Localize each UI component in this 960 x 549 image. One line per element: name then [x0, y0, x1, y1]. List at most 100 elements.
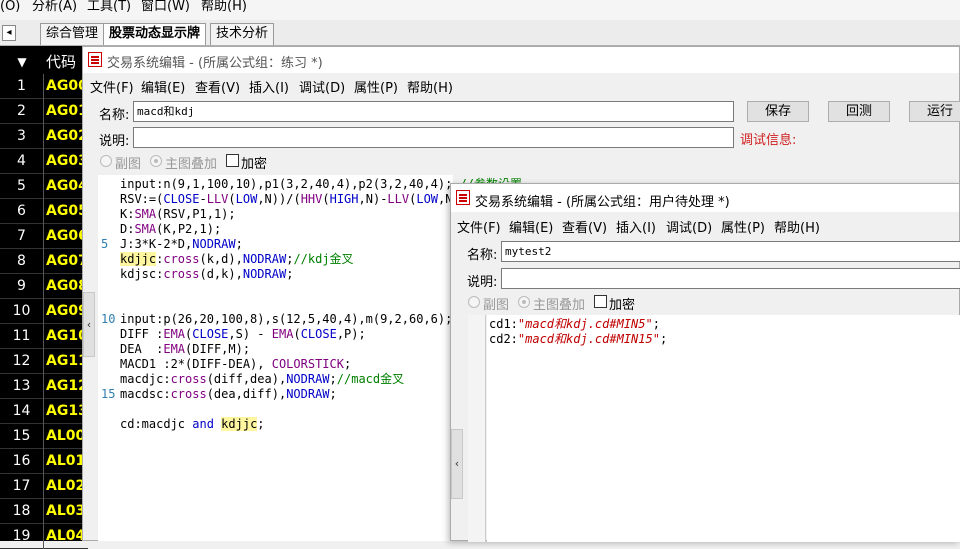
menu-file[interactable]: 文件(F) — [90, 77, 134, 96]
menu-debug[interactable]: 调试(D) — [299, 77, 345, 96]
save-button[interactable]: 保存 — [747, 101, 809, 122]
main-overlay-radio[interactable] — [518, 296, 530, 308]
menu-debug[interactable]: 调试(D) — [666, 217, 712, 236]
code-line: input:p(26,20,100,8),s(12,5,40,4),m(9,2,… — [120, 312, 453, 326]
menu-item-o[interactable]: (O) — [0, 0, 20, 14]
tab-overview[interactable]: 综合管理 — [40, 23, 105, 45]
stock-row[interactable]: 15 AL00 — [0, 424, 88, 449]
stock-row[interactable]: 10 AG09 — [0, 299, 88, 324]
code-line: macdjc:cross(diff,dea),NODRAW;//macd金叉 — [120, 372, 405, 386]
stock-row[interactable]: 19 AL04 — [0, 524, 88, 549]
collapse-left-icon[interactable]: ‹ — [83, 292, 95, 357]
encrypt-checkbox[interactable] — [594, 295, 607, 308]
row-number: 12 — [0, 349, 44, 374]
line-number: 15 — [101, 387, 116, 401]
stock-row[interactable]: 1 AG00 — [0, 74, 88, 99]
menu-item-analysis[interactable]: 分析(A) — [32, 0, 77, 14]
menu-help[interactable]: 帮助(H) — [774, 217, 820, 236]
row-number: 4 — [0, 149, 44, 174]
menu-edit[interactable]: 编辑(E) — [141, 77, 185, 96]
encrypt-label: 加密 — [609, 298, 636, 313]
stock-list: ▼ 代码 1 AG00 2 AG01 3 AG02 4 AG03 5 AG04 6 AG05 7 AG06… — [0, 46, 88, 549]
sub-chart-radio[interactable] — [468, 296, 480, 308]
name-field[interactable]: mytest2 — [501, 241, 960, 262]
code-line: kdjsc:cross(d,k),NODRAW; — [120, 267, 294, 281]
collapse-left-icon[interactable]: ‹ — [451, 429, 463, 499]
row-number: 11 — [0, 324, 44, 349]
sort-icon[interactable]: ▼ — [0, 50, 44, 74]
code-line: MACD1 :2*(DIFF-DEA), COLORSTICK; — [120, 357, 352, 371]
tab-technical-analysis[interactable]: 技术分析 — [210, 23, 275, 45]
menu-item-window[interactable]: 窗口(W) — [141, 0, 190, 14]
encrypt-label: 加密 — [241, 157, 268, 172]
row-number: 6 — [0, 199, 44, 224]
code-line: J:3*K-2*D,NODRAW; — [120, 237, 243, 251]
menu-view[interactable]: 查看(V) — [562, 217, 607, 236]
debug-info-label: 调试信息: — [740, 133, 797, 148]
menu-item-tools[interactable]: 工具(T) — [87, 0, 131, 14]
menu-edit[interactable]: 编辑(E) — [509, 217, 553, 236]
stock-row[interactable]: 8 AG07 — [0, 249, 88, 274]
code-line: DEA :EMA(DIFF,M); — [120, 342, 251, 356]
stock-row[interactable]: 5 AG04 — [0, 174, 88, 199]
main-overlay-radio[interactable] — [150, 155, 162, 167]
encrypt-checkbox[interactable] — [226, 154, 239, 167]
line-number-gutter — [468, 315, 486, 542]
menu-insert[interactable]: 插入(I) — [616, 217, 656, 236]
stock-row[interactable]: 18 AL03 — [0, 499, 88, 524]
stock-row[interactable]: 11 AG10 — [0, 324, 88, 349]
stock-row[interactable]: 4 AG03 — [0, 149, 88, 174]
menu-item-help[interactable]: 帮助(H) — [201, 0, 247, 14]
column-header-code[interactable]: 代码 — [46, 50, 76, 74]
stock-row[interactable]: 7 AG06 — [0, 224, 88, 249]
tab-scroll-left-icon[interactable]: ◂ — [2, 25, 16, 41]
stock-row[interactable]: 3 AG02 — [0, 124, 88, 149]
stock-row[interactable]: 12 AG11 — [0, 349, 88, 374]
row-number: 19 — [0, 524, 44, 549]
backtest-button[interactable]: 回测 — [828, 101, 890, 122]
code-editor[interactable]: cd1:"macd和kdj.cd#MIN5"; cd2:"macd和kdj.cd… — [487, 315, 960, 542]
formula-editor-window-2: 交易系统编辑 - (所属公式组：用户待处理 *) 文件(F) 编辑(E) 查看(… — [450, 183, 960, 542]
window-title: 交易系统编辑 - (所属公式组：用户待处理 *) — [475, 195, 730, 210]
menu-help[interactable]: 帮助(H) — [407, 77, 453, 96]
stock-code: AL01 — [46, 453, 86, 469]
stock-row[interactable]: 17 AL02 — [0, 474, 88, 499]
stock-row[interactable]: 14 AG13 — [0, 399, 88, 424]
stock-row[interactable]: 13 AG12 — [0, 374, 88, 399]
stock-row[interactable]: 16 AL01 — [0, 449, 88, 474]
row-number: 17 — [0, 474, 44, 499]
menu-file[interactable]: 文件(F) — [457, 217, 501, 236]
app-icon — [456, 190, 470, 205]
row-number: 2 — [0, 99, 44, 124]
menu-view[interactable]: 查看(V) — [195, 77, 240, 96]
main-overlay-label: 主图叠加 — [165, 157, 218, 172]
row-number: 7 — [0, 224, 44, 249]
stock-row[interactable]: 6 AG05 — [0, 199, 88, 224]
menu-properties[interactable]: 属性(P) — [721, 217, 765, 236]
name-label: 名称: — [467, 248, 498, 263]
row-number: 14 — [0, 399, 44, 424]
description-label: 说明: — [467, 275, 498, 290]
code-line: macdsc:cross(dea,diff),NODRAW; — [120, 387, 337, 401]
code-line: K:SMA(RSV,P1,1); — [120, 207, 236, 221]
name-field[interactable]: macd和kdj — [133, 101, 734, 122]
sub-chart-label: 副图 — [483, 298, 510, 313]
stock-row[interactable]: 9 AG08 — [0, 274, 88, 299]
description-field[interactable] — [501, 268, 960, 289]
name-label: 名称: — [99, 108, 130, 123]
sub-chart-label: 副图 — [115, 157, 142, 172]
sub-chart-radio[interactable] — [100, 155, 112, 167]
stock-row[interactable]: 2 AG01 — [0, 99, 88, 124]
row-number: 18 — [0, 499, 44, 524]
row-number: 8 — [0, 249, 44, 274]
window-title: 交易系统编辑 - (所属公式组：练习 *) — [107, 56, 323, 71]
app-icon — [88, 52, 102, 67]
code-editor[interactable]: 5 10 15 input:n(9,1,100,10),p1(3,2,40,4)… — [98, 175, 522, 541]
tab-stock-board[interactable]: 股票动态显示牌 — [103, 23, 207, 45]
run-button[interactable]: 运行 — [909, 101, 960, 122]
description-field[interactable] — [133, 127, 734, 148]
menu-insert[interactable]: 插入(I) — [249, 77, 289, 96]
menu-properties[interactable]: 属性(P) — [354, 77, 398, 96]
row-number: 1 — [0, 74, 44, 99]
line-number: 5 — [101, 237, 109, 251]
